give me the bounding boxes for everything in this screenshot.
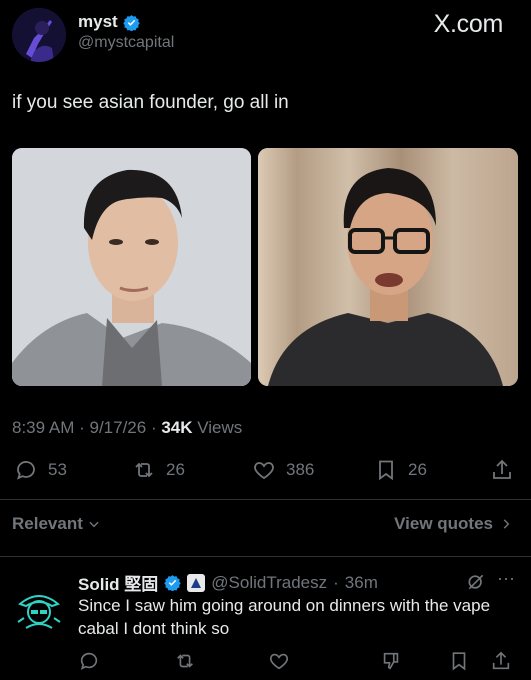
share-button[interactable]: [490, 458, 514, 482]
repost-count: 26: [166, 460, 185, 479]
view-quotes-link[interactable]: View quotes: [394, 514, 513, 534]
share-icon: [493, 459, 511, 479]
like-button[interactable]: 386: [252, 458, 314, 482]
reply-count: 53: [48, 460, 67, 479]
views-label: Views: [197, 418, 243, 437]
sort-dropdown[interactable]: Relevant: [12, 514, 101, 534]
chevron-right-icon: [503, 519, 510, 529]
like-count: 386: [286, 460, 315, 479]
reply-icon: [80, 652, 98, 670]
sort-label: Relevant: [12, 514, 83, 533]
reply-author-handle[interactable]: @SolidTradesz: [211, 573, 327, 593]
reply-author-name[interactable]: Solid 堅固: [78, 570, 158, 595]
heart-icon: [254, 462, 274, 480]
thumbs-down-icon: [383, 652, 399, 670]
tweet-meta: 8:39 AM · 9/17/26 · 34K Views: [12, 418, 243, 437]
reply-text: Since I saw him going around on dinners …: [78, 596, 491, 638]
reply-dislike-button[interactable]: [380, 650, 402, 672]
reply-time[interactable]: 36m: [345, 573, 378, 593]
tweet-image-left[interactable]: [12, 148, 251, 386]
chevron-down-icon: [89, 521, 99, 528]
tweet-text: if you see asian founder, go all in: [12, 92, 289, 113]
tweet-date[interactable]: 9/17/26: [89, 418, 146, 437]
author-name[interactable]: myst: [78, 12, 118, 32]
reply-repost-button[interactable]: [174, 650, 196, 672]
reply-icon: [17, 461, 35, 480]
divider: [0, 556, 531, 557]
reply-share-button[interactable]: [490, 650, 512, 672]
view-quotes-label: View quotes: [394, 514, 493, 533]
author-avatar[interactable]: [12, 8, 66, 62]
reply-header: Solid 堅固 @SolidTradesz · 36m: [78, 570, 378, 595]
verified-badge-icon: [164, 575, 181, 591]
bookmark-count: 26: [408, 460, 427, 479]
reply-reply-button[interactable]: [78, 650, 100, 672]
repost-icon: [135, 462, 153, 478]
bookmark-button[interactable]: 26: [374, 458, 427, 482]
author-name-row: myst: [78, 12, 140, 32]
divider: [0, 499, 531, 500]
heart-icon: [269, 653, 289, 670]
bookmark-icon: [379, 460, 393, 481]
site-watermark: X.com: [433, 10, 504, 38]
reply-bookmark-button[interactable]: [448, 650, 470, 672]
author-handle[interactable]: @mystcapital: [78, 34, 174, 52]
verified-badge-icon: [122, 14, 140, 31]
bookmark-icon: [452, 652, 466, 671]
more-options-icon[interactable]: ···: [497, 568, 515, 589]
share-icon: [492, 651, 510, 670]
reply-like-button[interactable]: [268, 650, 290, 672]
repost-button[interactable]: 26: [132, 458, 185, 482]
repost-icon: [177, 654, 193, 668]
tweet-image-right[interactable]: [258, 148, 518, 386]
dot-separator: ·: [333, 572, 339, 592]
tweet-time[interactable]: 8:39 AM: [12, 418, 74, 437]
reply-button[interactable]: 53: [14, 458, 67, 482]
affiliate-badge-icon: [187, 573, 206, 592]
reply-author-avatar[interactable]: [12, 582, 66, 636]
views-count: 34K: [161, 418, 193, 437]
